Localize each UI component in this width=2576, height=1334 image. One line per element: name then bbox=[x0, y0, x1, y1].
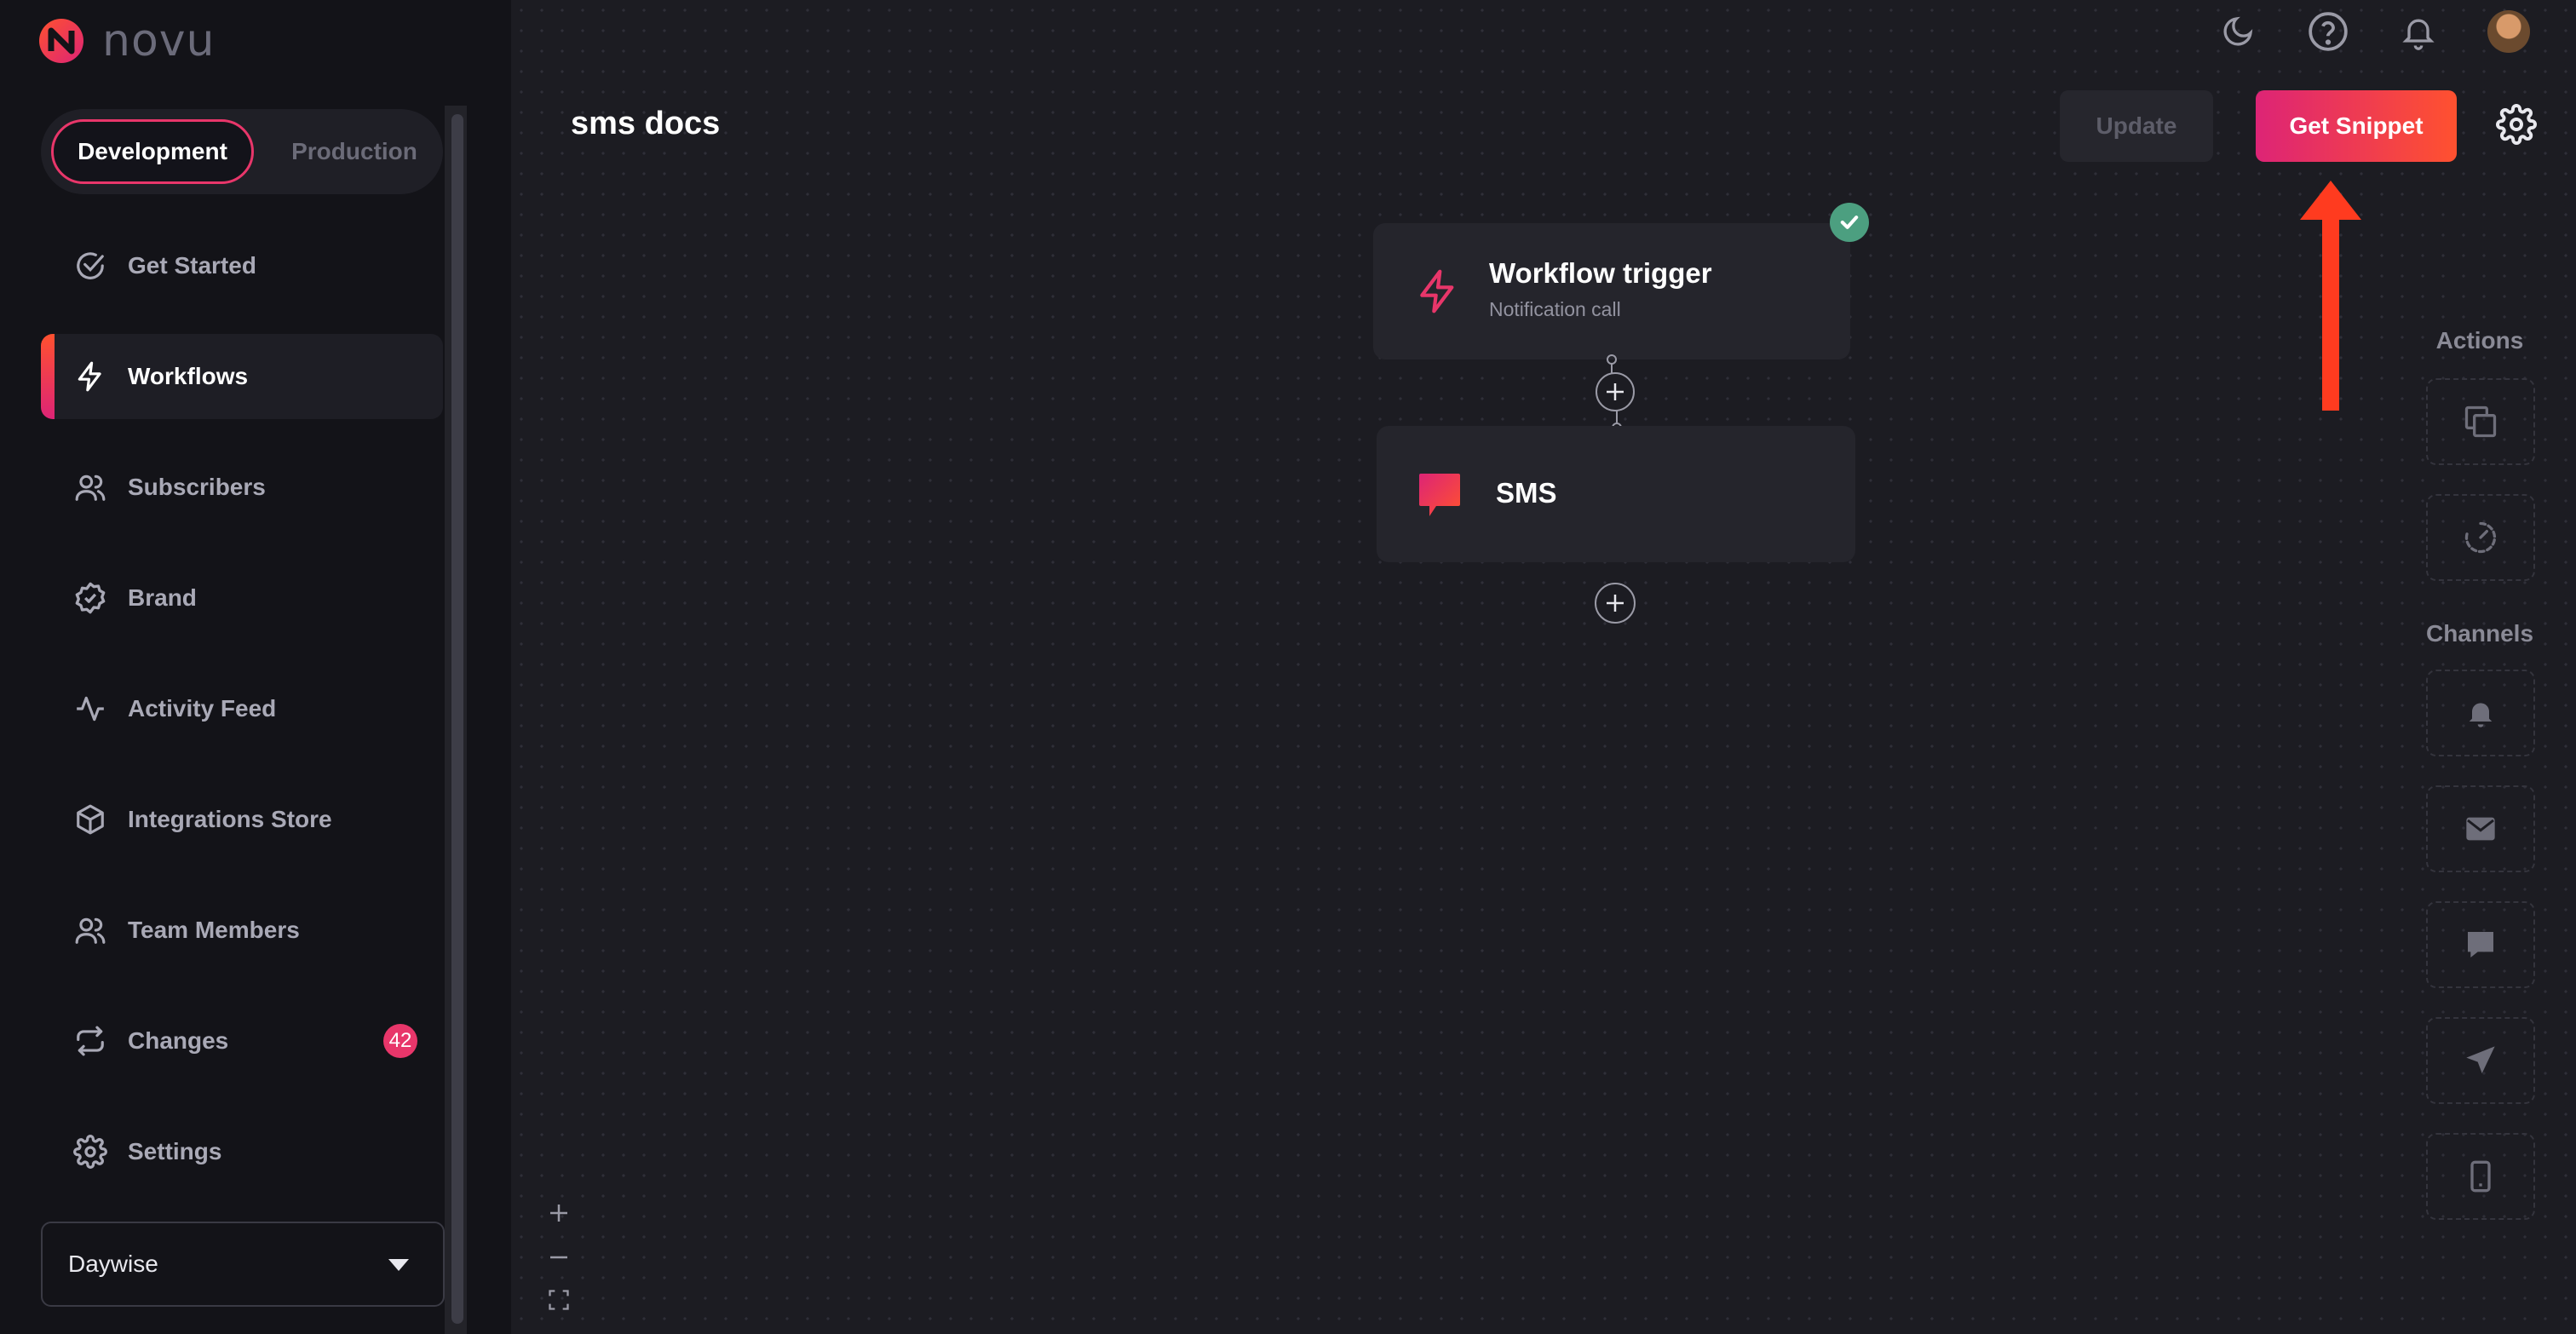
sidebar-item-brand[interactable]: Brand bbox=[41, 555, 443, 641]
update-button[interactable]: Update bbox=[2060, 90, 2213, 162]
caret-down-icon bbox=[388, 1259, 409, 1271]
timer-icon bbox=[2464, 521, 2497, 554]
badge-check-icon bbox=[73, 581, 107, 615]
get-snippet-button[interactable]: Get Snippet bbox=[2256, 90, 2457, 162]
sms-channel-tile[interactable] bbox=[2426, 901, 2535, 988]
mobile-phone-icon bbox=[2470, 1160, 2491, 1193]
env-production-button[interactable]: Production bbox=[278, 119, 431, 184]
sidebar-item-team-members[interactable]: Team Members bbox=[41, 888, 443, 973]
check-circle-icon bbox=[73, 249, 107, 283]
sidebar-item-label: Settings bbox=[128, 1138, 222, 1164]
env-development-button[interactable]: Development bbox=[51, 119, 254, 184]
push-channel-tile[interactable] bbox=[2426, 1133, 2535, 1220]
chat-channel-tile[interactable] bbox=[2426, 1017, 2535, 1104]
workflow-canvas[interactable] bbox=[511, 0, 2576, 1334]
sms-chat-icon bbox=[1419, 474, 1460, 516]
sidebar-item-label: Team Members bbox=[128, 917, 300, 943]
user-avatar[interactable] bbox=[2486, 9, 2532, 55]
trigger-node-title: Workflow trigger bbox=[1489, 257, 1712, 289]
annotation-arrow-icon bbox=[2300, 181, 2361, 411]
add-step-plus-icon[interactable] bbox=[1593, 581, 1637, 625]
envelope-icon bbox=[2466, 817, 2495, 841]
chat-bubble-icon bbox=[2468, 932, 2493, 957]
notifications-bell-icon[interactable] bbox=[2395, 9, 2441, 55]
fit-view-icon[interactable] bbox=[545, 1286, 572, 1314]
help-icon[interactable] bbox=[2305, 9, 2351, 55]
email-channel-tile[interactable] bbox=[2426, 785, 2535, 872]
zoom-in-icon[interactable] bbox=[545, 1199, 572, 1227]
theme-toggle-moon-icon[interactable] bbox=[2215, 9, 2261, 55]
channels-label: Channels bbox=[2425, 620, 2534, 647]
node-connector bbox=[1596, 354, 1635, 433]
copy-stack-icon bbox=[2464, 405, 2497, 438]
organization-name: Daywise bbox=[68, 1251, 158, 1277]
digest-action-tile[interactable] bbox=[2426, 378, 2535, 465]
trigger-node-subtitle: Notification call bbox=[1489, 298, 1621, 320]
delay-action-tile[interactable] bbox=[2426, 494, 2535, 581]
sidebar-item-label: Subscribers bbox=[128, 474, 266, 500]
logo-text: novu bbox=[102, 15, 216, 66]
novu-logo[interactable]: novu bbox=[37, 15, 216, 66]
sidebar-item-label: Integrations Store bbox=[128, 806, 332, 832]
avatar bbox=[2487, 10, 2530, 53]
gear-icon bbox=[73, 1135, 107, 1169]
sidebar-scrollbar-thumb[interactable] bbox=[451, 114, 463, 1324]
organization-select[interactable]: Daywise bbox=[41, 1222, 445, 1307]
top-toolbar bbox=[2215, 9, 2532, 55]
sidebar-item-integrations-store[interactable]: Integrations Store bbox=[41, 777, 443, 862]
environment-toggle: Development Production bbox=[41, 109, 443, 194]
novu-logo-icon bbox=[39, 19, 83, 63]
sidebar-item-label: Activity Feed bbox=[128, 695, 277, 722]
repeat-icon bbox=[73, 1024, 107, 1058]
changes-count-badge: 42 bbox=[383, 1024, 417, 1058]
lightning-icon bbox=[73, 359, 107, 394]
sidebar-item-subscribers[interactable]: Subscribers bbox=[41, 445, 443, 530]
sidebar-item-settings[interactable]: Settings bbox=[41, 1109, 443, 1194]
actions-label: Actions bbox=[2435, 327, 2524, 354]
bell-icon bbox=[2469, 703, 2493, 727]
sidebar-item-activity-feed[interactable]: Activity Feed bbox=[41, 666, 443, 751]
send-plane-icon bbox=[2466, 1046, 2495, 1073]
sidebar-item-label: Changes bbox=[128, 1027, 229, 1054]
success-check-icon bbox=[1830, 203, 1869, 242]
page-title: sms docs bbox=[571, 106, 721, 141]
users-icon bbox=[73, 470, 107, 504]
activity-icon bbox=[73, 692, 107, 726]
sidebar-item-label: Brand bbox=[128, 584, 197, 611]
sidebar-item-label: Workflows bbox=[128, 363, 249, 389]
sms-node-title: SMS bbox=[1496, 477, 1557, 509]
trigger-lightning-icon bbox=[1420, 269, 1454, 313]
in-app-channel-tile[interactable] bbox=[2426, 670, 2535, 756]
sidebar-item-workflows[interactable]: Workflows bbox=[41, 334, 443, 419]
sms-step-node[interactable]: SMS bbox=[1377, 426, 1855, 562]
box-icon bbox=[73, 802, 107, 837]
workflow-settings-gear-icon[interactable] bbox=[2496, 104, 2537, 145]
sidebar: novu Development Production Get Started … bbox=[0, 0, 511, 1334]
sidebar-item-label: Get Started bbox=[128, 252, 256, 279]
sidebar-item-get-started[interactable]: Get Started bbox=[41, 223, 443, 308]
sidebar-item-changes[interactable]: Changes 42 bbox=[41, 998, 443, 1084]
zoom-out-icon[interactable] bbox=[545, 1244, 572, 1271]
workflow-trigger-node[interactable]: Workflow trigger Notification call bbox=[1373, 223, 1850, 359]
team-icon bbox=[73, 913, 107, 947]
